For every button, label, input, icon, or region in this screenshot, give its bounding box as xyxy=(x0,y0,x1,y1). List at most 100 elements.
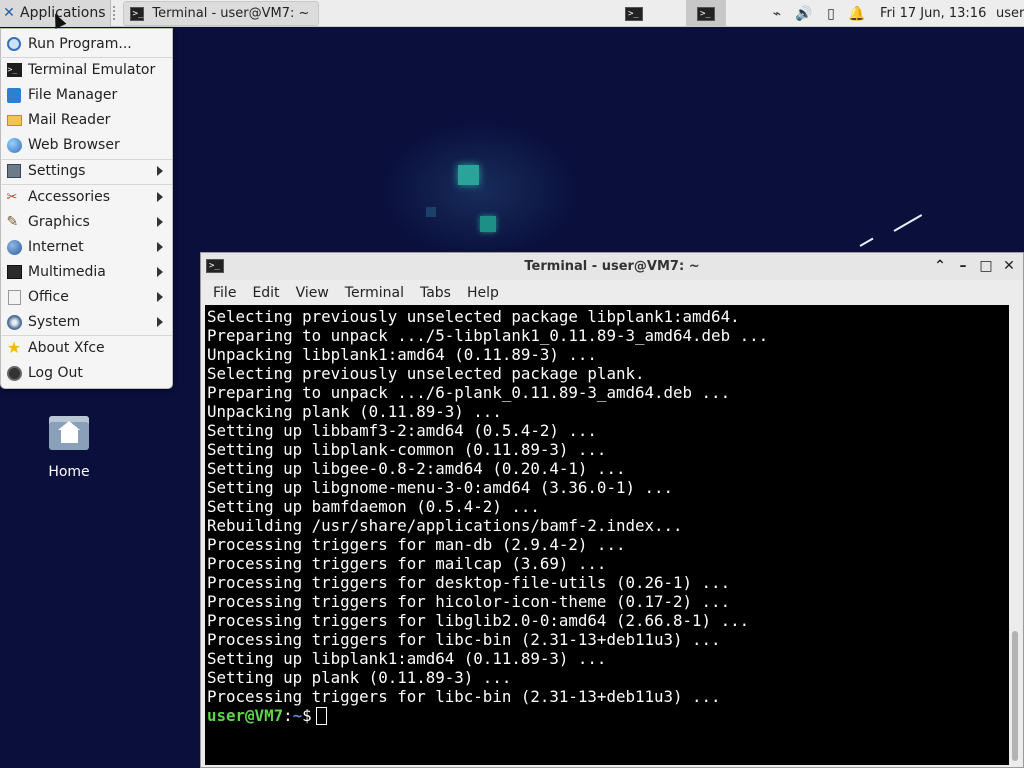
multimedia-icon xyxy=(6,264,22,280)
scrollbar-thumb[interactable] xyxy=(1012,631,1018,761)
office-icon xyxy=(6,289,22,305)
submenu-arrow-icon xyxy=(157,317,163,327)
menu-item-internet[interactable]: Internet xyxy=(1,235,172,259)
file-manager-icon xyxy=(6,87,22,103)
menu-item-settings[interactable]: Settings xyxy=(1,159,172,183)
notification-bell-icon[interactable]: 🔔 xyxy=(845,0,869,27)
terminal-line: Setting up libbamf3-2:amd64 (0.5.4-2) ..… xyxy=(207,421,597,440)
menu-item-graphics[interactable]: ✎ Graphics xyxy=(1,210,172,234)
panel-user[interactable]: user xyxy=(996,0,1024,27)
menu-item-office[interactable]: Office xyxy=(1,285,172,309)
menu-item-log-out[interactable]: Log Out xyxy=(1,361,172,385)
menu-item-accessories[interactable]: ✂ Accessories xyxy=(1,185,172,209)
window-title: Terminal - user@VM7: ~ xyxy=(524,259,700,274)
menu-terminal[interactable]: Terminal xyxy=(345,285,404,301)
menu-file[interactable]: File xyxy=(213,285,236,301)
terminal-icon: >_ xyxy=(6,62,22,78)
terminal-prompt[interactable]: user@VM7:~$ xyxy=(207,706,768,725)
terminal-line: Setting up libplank-common (0.11.89-3) .… xyxy=(207,440,607,459)
menu-item-label: About Xfce xyxy=(28,340,105,356)
terminal-line: Processing triggers for desktop-file-uti… xyxy=(207,573,731,592)
internet-icon xyxy=(6,239,22,255)
menu-item-file-manager[interactable]: File Manager xyxy=(1,83,172,107)
submenu-arrow-icon xyxy=(157,166,163,176)
minimize-button[interactable]: – xyxy=(954,257,972,275)
wallpaper-square xyxy=(426,207,436,217)
terminal-scrollbar[interactable] xyxy=(1009,305,1023,765)
desktop-home-icon[interactable]: Home xyxy=(38,412,100,484)
submenu-arrow-icon xyxy=(157,242,163,252)
menu-item-label: Mail Reader xyxy=(28,112,111,128)
settings-icon xyxy=(6,163,22,179)
battery-icon[interactable]: ▯ xyxy=(819,0,843,27)
window-titlebar[interactable]: >_ Terminal - user@VM7: ~ ⌃ – □ ✕ xyxy=(201,253,1023,280)
volume-icon[interactable]: 🔊 xyxy=(792,0,816,27)
close-button[interactable]: ✕ xyxy=(1000,257,1018,275)
panel-separator xyxy=(112,6,121,20)
terminal-output-area[interactable]: Selecting previously unselected package … xyxy=(205,305,1009,765)
taskbar-window-title: Terminal - user@VM7: ~ xyxy=(152,6,310,21)
terminal-line: Selecting previously unselected package … xyxy=(207,307,740,326)
menu-item-web-browser[interactable]: Web Browser xyxy=(1,133,172,157)
menu-item-run-program[interactable]: Run Program... xyxy=(1,32,172,56)
desktop-wallpaper-glow xyxy=(380,120,580,260)
wallpaper-square xyxy=(458,165,479,185)
mail-icon xyxy=(6,112,22,128)
network-icon[interactable]: ⌁ xyxy=(765,0,789,27)
menu-help[interactable]: Help xyxy=(467,285,499,301)
terminal-menubar: File Edit View Terminal Tabs Help xyxy=(201,280,1023,305)
menu-item-terminal-emulator[interactable]: >_ Terminal Emulator xyxy=(1,58,172,82)
menu-view[interactable]: View xyxy=(296,285,329,301)
maximize-button[interactable]: □ xyxy=(977,257,995,275)
terminal-line: Setting up libplank1:amd64 (0.11.89-3) .… xyxy=(207,649,607,668)
terminal-line: Unpacking libplank1:amd64 (0.11.89-3) ..… xyxy=(207,345,597,364)
prompt-separator: : xyxy=(283,706,293,725)
run-program-icon xyxy=(6,36,22,52)
menu-item-label: Run Program... xyxy=(28,36,132,52)
menu-item-system[interactable]: System xyxy=(1,310,172,334)
terminal-line: Processing triggers for libc-bin (2.31-1… xyxy=(207,687,721,706)
terminal-line: Rebuilding /usr/share/applications/bamf-… xyxy=(207,516,683,535)
top-panel: ✕ Applications >_ Terminal - user@VM7: ~ xyxy=(0,0,1024,27)
system-icon xyxy=(6,314,22,330)
menu-item-label: Settings xyxy=(28,163,86,179)
text-cursor xyxy=(315,707,327,725)
menu-item-label: Multimedia xyxy=(28,264,106,280)
menu-item-mail-reader[interactable]: Mail Reader xyxy=(1,108,172,132)
terminal-icon: >_ xyxy=(625,6,643,21)
terminal-window: >_ Terminal - user@VM7: ~ ⌃ – □ ✕ File E… xyxy=(200,252,1024,768)
menu-item-multimedia[interactable]: Multimedia xyxy=(1,260,172,284)
wallpaper-streak xyxy=(859,237,874,247)
desktop-icon-label: Home xyxy=(48,464,90,480)
terminal-line: Setting up bamfdaemon (0.5.4-2) ... xyxy=(207,497,540,516)
terminal-lines: Selecting previously unselected package … xyxy=(207,307,768,725)
terminal-icon: >_ xyxy=(697,6,715,21)
menu-item-label: Terminal Emulator xyxy=(28,62,156,78)
shade-button[interactable]: ⌃ xyxy=(931,257,949,275)
panel-clock[interactable]: Fri 17 Jun, 13:16 xyxy=(880,0,986,27)
menu-edit[interactable]: Edit xyxy=(252,285,279,301)
menu-item-label: File Manager xyxy=(28,87,118,103)
submenu-arrow-icon xyxy=(157,217,163,227)
prompt-user: user@VM7 xyxy=(207,706,284,725)
terminal-line: Processing triggers for libc-bin (2.31-1… xyxy=(207,630,721,649)
logout-icon xyxy=(6,365,22,381)
menu-item-label: Office xyxy=(28,289,69,305)
xfce-logo-icon: ✕ xyxy=(3,5,15,21)
menu-item-label: Accessories xyxy=(28,189,111,205)
submenu-arrow-icon xyxy=(157,192,163,202)
workspace-1-button[interactable]: >_ xyxy=(614,0,654,27)
home-folder-icon xyxy=(49,416,89,450)
submenu-arrow-icon xyxy=(157,292,163,302)
taskbar-terminal-button[interactable]: >_ Terminal - user@VM7: ~ xyxy=(122,1,319,26)
menu-item-label: Log Out xyxy=(28,365,83,381)
terminal-line: Unpacking plank (0.11.89-3) ... xyxy=(207,402,502,421)
terminal-line: Setting up libgee-0.8-2:amd64 (0.20.4-1)… xyxy=(207,459,626,478)
terminal-line: Preparing to unpack .../6-plank_0.11.89-… xyxy=(207,383,731,402)
terminal-line: Setting up plank (0.11.89-3) ... xyxy=(207,668,512,687)
workspace-2-button[interactable]: >_ xyxy=(686,0,726,27)
menu-tabs[interactable]: Tabs xyxy=(420,285,451,301)
prompt-symbol: $ xyxy=(302,706,312,725)
terminal-line: Preparing to unpack .../5-libplank1_0.11… xyxy=(207,326,769,345)
menu-item-about-xfce[interactable]: ★ About Xfce xyxy=(1,336,172,360)
